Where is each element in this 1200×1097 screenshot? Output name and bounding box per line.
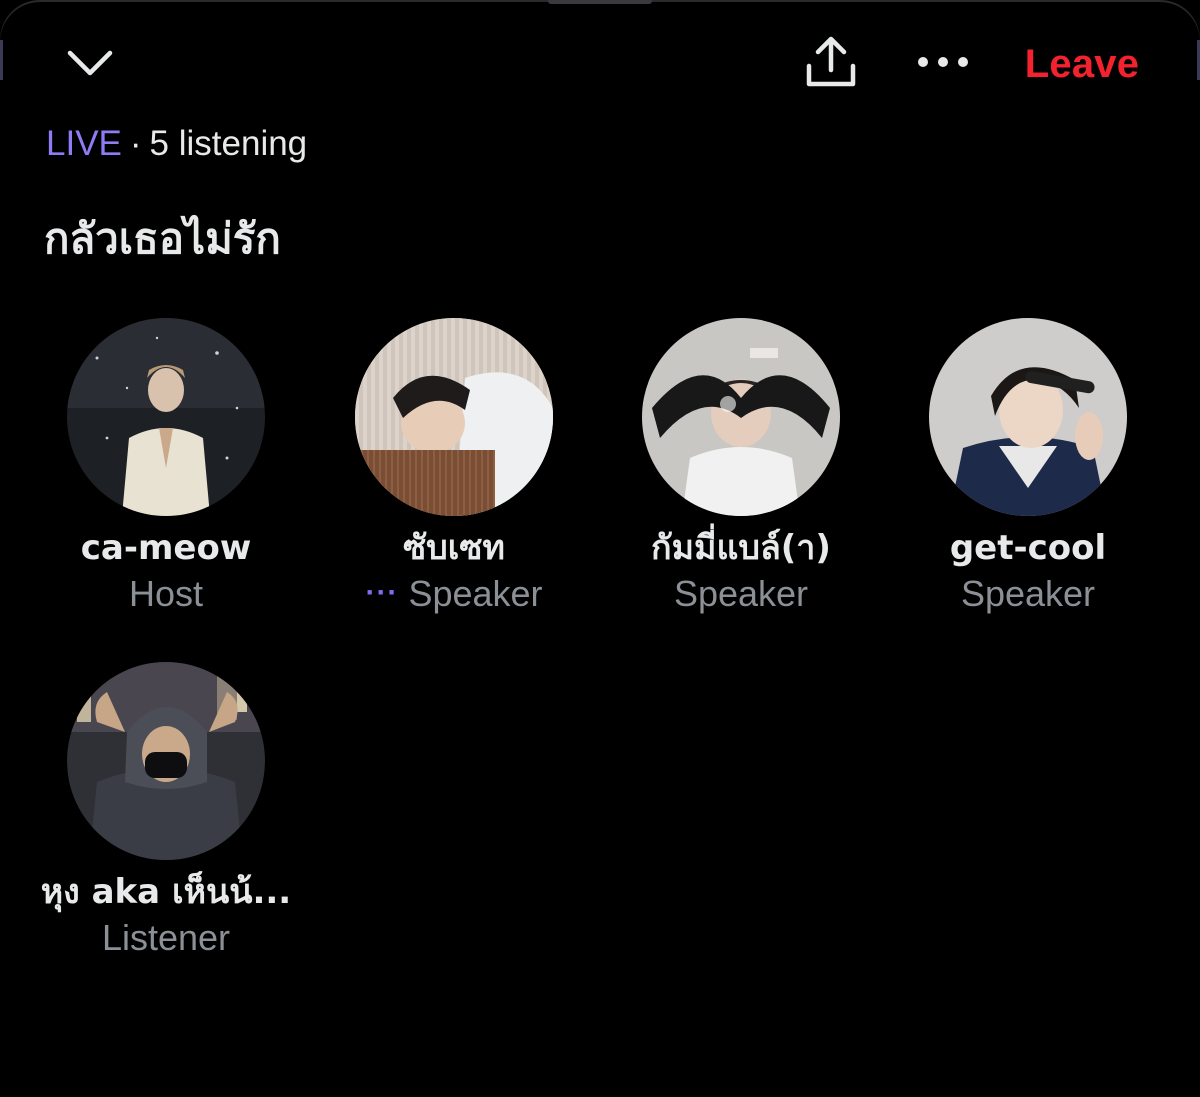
avatar[interactable]	[67, 662, 265, 860]
more-horizontal-icon	[918, 57, 968, 67]
participant-card-speaker-3[interactable]: get-cool Speaker	[884, 318, 1172, 618]
participant-name: กัมมี่แบล์(า)	[651, 528, 831, 568]
participant-card-listener[interactable]: หุง aka เห็นน้... Listener	[22, 662, 310, 962]
space-sheet: Leave LIVE · 5 listening กลัวเธอไม่รัก c…	[0, 0, 1200, 1097]
participant-card-host[interactable]: ca-meow Host	[22, 318, 310, 618]
participant-role-label: Listener	[101, 917, 231, 958]
avatar-photo	[642, 318, 840, 516]
avatar[interactable]	[67, 318, 265, 516]
avatar[interactable]	[355, 318, 553, 516]
space-status: LIVE · 5 listening	[46, 124, 307, 164]
participant-name: ca-meow	[80, 528, 252, 568]
speaking-indicator-icon: ···	[365, 576, 399, 609]
avatar[interactable]	[929, 318, 1127, 516]
collapse-button[interactable]	[58, 38, 122, 88]
sheet-grabber[interactable]	[548, 0, 652, 4]
share-icon	[806, 36, 856, 87]
participant-role-label: Speaker	[408, 573, 543, 614]
participant-card-speaker-1[interactable]: ซับเซท ··· Speaker	[310, 318, 598, 621]
participant-role-label: Host	[128, 573, 204, 614]
space-title: กลัวเธอไม่รัก	[44, 214, 281, 263]
avatar-photo	[355, 318, 553, 516]
participant-name: ซับเซท	[403, 528, 505, 568]
participant-role: Host	[22, 570, 310, 618]
participant-role-label: Speaker	[673, 573, 809, 614]
participant-name: หุง aka เห็นน้...	[40, 872, 292, 912]
more-button[interactable]	[908, 40, 978, 84]
sheet-edge-left	[0, 40, 3, 80]
chevron-down-icon	[67, 50, 113, 76]
participant-role: Speaker	[884, 570, 1172, 618]
participant-role: Listener	[22, 914, 310, 962]
avatar-photo	[67, 318, 265, 516]
participant-role-label: Speaker	[960, 573, 1096, 614]
leave-button[interactable]: Leave	[1010, 36, 1154, 92]
participant-role: ··· Speaker	[310, 570, 598, 621]
participant-name: get-cool	[949, 528, 1107, 568]
status-separator: ·	[129, 124, 142, 163]
participant-card-speaker-2[interactable]: กัมมี่แบล์(า) Speaker	[597, 318, 885, 618]
avatar-photo	[67, 662, 265, 860]
participant-role: Speaker	[597, 570, 885, 618]
share-button[interactable]	[798, 30, 864, 94]
listener-count: 5 listening	[149, 124, 308, 163]
avatar[interactable]	[642, 318, 840, 516]
live-badge: LIVE	[46, 124, 122, 163]
avatar-photo	[929, 318, 1127, 516]
